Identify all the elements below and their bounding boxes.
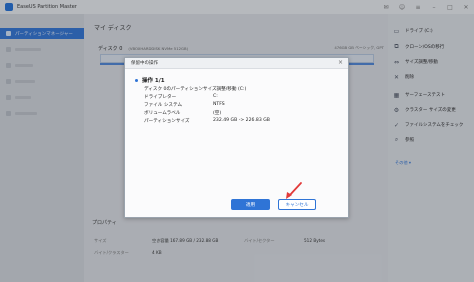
field-value: (空) <box>213 111 222 116</box>
dialog-title: 保留中の操作 <box>131 61 158 66</box>
field-value: NTFS <box>213 102 225 107</box>
field-label: ドライブレター <box>144 95 177 100</box>
operation-heading: 操作 1/1 <box>142 78 165 84</box>
close-icon[interactable]: × <box>338 59 343 66</box>
pending-operations-dialog: 保留中の操作 × 操作 1/1 ディスク 0のパーティションサイズ調整/移動 (… <box>124 57 349 218</box>
apply-button[interactable]: 適用 <box>231 199 270 210</box>
field-label: ファイル システム <box>144 103 183 108</box>
dialog-header: 保留中の操作 <box>125 58 348 69</box>
field-value: 232.49 GB -> 226.83 GB <box>213 118 270 123</box>
field-value: C: <box>213 94 218 99</box>
field-label: ボリュームラベル <box>144 111 181 116</box>
operation-bullet-icon <box>135 79 138 82</box>
cancel-button[interactable]: キャンセル <box>278 199 316 210</box>
field-label: パーティションサイズ <box>144 119 190 124</box>
operation-description: ディスク 0のパーティションサイズ調整/移動 (C:) <box>144 87 247 92</box>
